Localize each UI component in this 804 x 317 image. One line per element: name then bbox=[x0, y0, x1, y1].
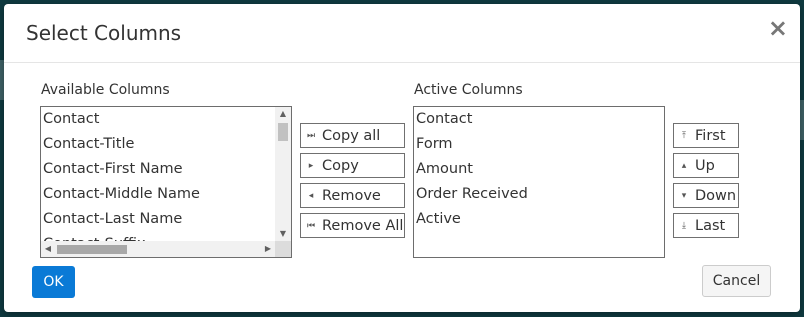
ok-button[interactable]: OK bbox=[32, 266, 75, 298]
last-label: Last bbox=[695, 217, 726, 234]
list-item[interactable]: Contact-Middle Name bbox=[41, 182, 291, 207]
remove-button[interactable]: ◂ Remove bbox=[300, 183, 405, 208]
left-triangle-icon: ◂ bbox=[308, 190, 314, 201]
double-left-skip-icon: ⏮ bbox=[306, 220, 316, 231]
list-item[interactable]: Contact-First Name bbox=[41, 157, 291, 182]
to-top-icon: ⤒ bbox=[682, 130, 686, 141]
scroll-thumb[interactable] bbox=[57, 245, 127, 254]
remove-label: Remove bbox=[322, 187, 381, 204]
scroll-down-icon[interactable]: ▼ bbox=[275, 227, 291, 241]
list-item[interactable]: Contact bbox=[414, 107, 664, 132]
select-columns-dialog: Select Columns × Available Columns Conta… bbox=[4, 4, 800, 312]
list-item[interactable]: Contact bbox=[41, 107, 291, 132]
first-label: First bbox=[695, 127, 726, 144]
available-columns-label: Available Columns bbox=[41, 82, 170, 98]
list-item[interactable]: Form bbox=[414, 132, 664, 157]
move-last-button[interactable]: ⤓ Last bbox=[673, 213, 739, 238]
dialog-title: Select Columns bbox=[26, 21, 182, 45]
list-item[interactable]: Active bbox=[414, 207, 664, 232]
scroll-right-icon[interactable]: ▶ bbox=[261, 241, 275, 257]
move-up-button[interactable]: ▴ Up bbox=[673, 153, 739, 178]
available-columns-list[interactable]: Contact Contact-Title Contact-First Name… bbox=[40, 106, 292, 258]
scroll-left-icon[interactable]: ◀ bbox=[41, 241, 55, 257]
remove-all-label: Remove All bbox=[322, 217, 404, 234]
list-item[interactable]: Amount bbox=[414, 157, 664, 182]
vertical-scrollbar[interactable]: ▲ ▼ bbox=[275, 107, 291, 241]
copy-label: Copy bbox=[322, 157, 359, 174]
active-columns-list[interactable]: Contact Form Amount Order Received Activ… bbox=[413, 106, 665, 258]
list-item[interactable]: Order Received bbox=[414, 182, 664, 207]
to-bottom-icon: ⤓ bbox=[682, 220, 686, 231]
list-item[interactable]: Contact-Last Name bbox=[41, 207, 291, 232]
double-right-skip-icon: ⏭ bbox=[306, 130, 316, 141]
active-columns-label: Active Columns bbox=[414, 82, 523, 98]
move-down-button[interactable]: ▾ Down bbox=[673, 183, 739, 208]
scroll-thumb[interactable] bbox=[278, 123, 288, 141]
scroll-up-icon[interactable]: ▲ bbox=[275, 107, 291, 121]
down-label: Down bbox=[695, 187, 737, 204]
up-triangle-icon: ▴ bbox=[681, 160, 687, 171]
copy-all-button[interactable]: ⏭ Copy all bbox=[300, 123, 405, 148]
right-triangle-icon: ▸ bbox=[308, 160, 314, 171]
down-triangle-icon: ▾ bbox=[681, 190, 687, 201]
copy-button[interactable]: ▸ Copy bbox=[300, 153, 405, 178]
move-first-button[interactable]: ⤒ First bbox=[673, 123, 739, 148]
cancel-button[interactable]: Cancel bbox=[702, 265, 771, 297]
up-label: Up bbox=[695, 157, 715, 174]
dialog-header: Select Columns × bbox=[4, 4, 800, 63]
remove-all-button[interactable]: ⏮ Remove All bbox=[300, 213, 405, 238]
copy-all-label: Copy all bbox=[322, 127, 381, 144]
scrollbar-corner bbox=[275, 241, 291, 257]
close-icon[interactable]: × bbox=[768, 14, 788, 42]
list-item[interactable]: Contact-Title bbox=[41, 132, 291, 157]
horizontal-scrollbar[interactable]: ◀ ▶ bbox=[41, 241, 275, 257]
